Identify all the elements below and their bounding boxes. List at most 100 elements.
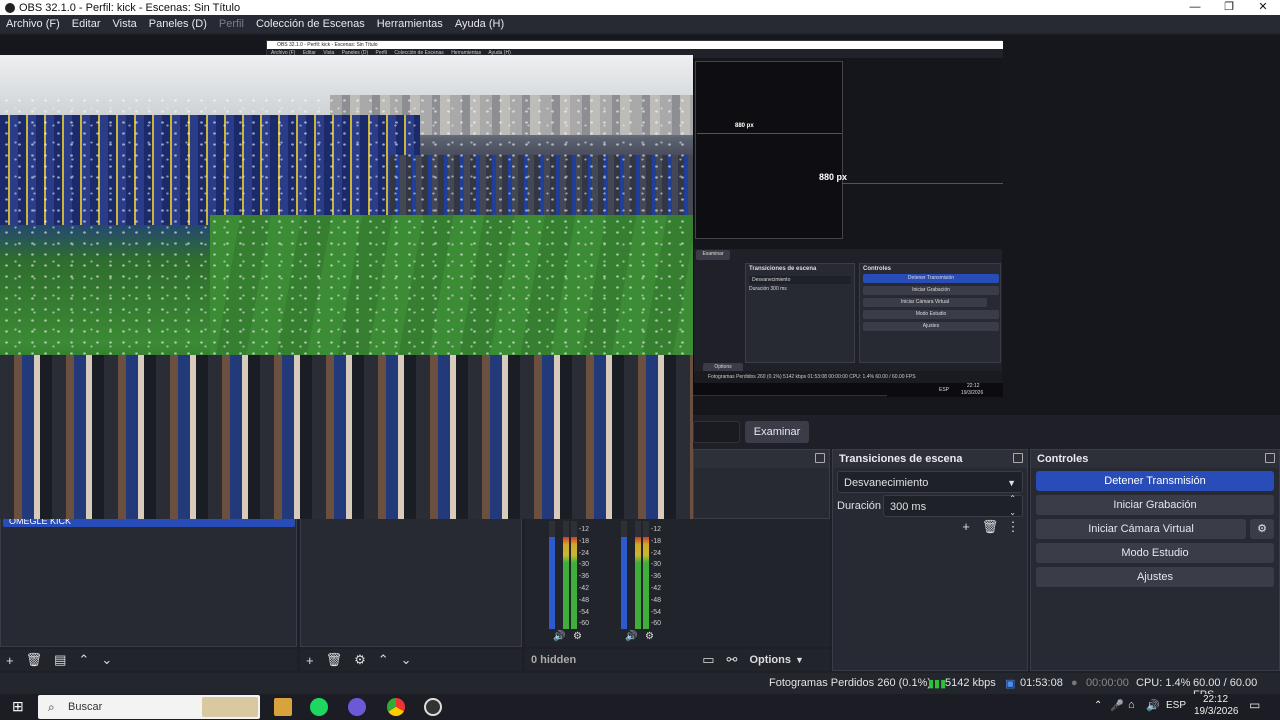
meter-scale: -12 -18 -24 -30 -36 -42 -48 -54 -60 [647, 524, 661, 630]
nested-btn-record: Iniciar Grabación [863, 286, 999, 295]
volume-icon[interactable]: 🔊 [553, 631, 565, 642]
controls-panel: Controles Detener Transmisión Iniciar Gr… [1030, 449, 1280, 671]
nested-red-guide [697, 133, 842, 134]
maximize-button[interactable]: ❐ [1212, 0, 1246, 15]
window-controls: — ❐ ✕ [1178, 0, 1280, 15]
menu-archivo[interactable]: Archivo (F) [0, 18, 66, 30]
chevron-down-icon: ▼ [1007, 478, 1016, 488]
nested-date: 19/3/2026 [961, 390, 984, 396]
meter-fill [621, 537, 627, 629]
settings-button[interactable]: Ajustes [1036, 567, 1274, 587]
audio-mixer: -12 -18 -24 -30 -36 -42 -48 -54 -60 -12 -18 -24 -30… [525, 519, 830, 647]
taskbar-time[interactable]: 22:12 [1203, 694, 1228, 705]
transitions-title: Transiciones de escena [833, 450, 1027, 468]
transitions-title-text: Transiciones de escena [839, 453, 963, 465]
scale-label: -18 [650, 537, 661, 545]
virtual-camera-button[interactable]: Iniciar Cámara Virtual [1036, 519, 1246, 539]
chrome-icon[interactable] [387, 698, 405, 716]
menu-herramientas[interactable]: Herramientas [371, 18, 449, 30]
studio-mode-button[interactable]: Modo Estudio [1036, 543, 1274, 563]
stop-stream-button[interactable]: Detener Transmisión [1036, 471, 1274, 491]
scale-label: -54 [650, 608, 661, 616]
stream-icon: ▣ [1005, 678, 1016, 690]
virtual-camera-gear-icon[interactable]: ⚙ [1250, 519, 1274, 539]
menu-coleccion[interactable]: Colección de Escenas [250, 18, 371, 30]
spotify-icon[interactable] [310, 698, 328, 716]
scene-item-selected[interactable]: OMEGLE KICK [3, 519, 295, 527]
microphone-icon[interactable]: 🎤 [1110, 699, 1124, 712]
stepper-icon[interactable]: ⌃ ⌄ [1009, 492, 1016, 520]
chevron-up-icon[interactable]: ⌃ [1094, 700, 1102, 711]
scale-label: -30 [578, 561, 589, 569]
network-icon[interactable]: ⌂ [1128, 699, 1135, 711]
transition-select[interactable]: Desvanecimiento ▼ [837, 471, 1023, 493]
move-up-icon[interactable]: ⌃ [78, 652, 89, 668]
scale-label: -42 [578, 584, 589, 592]
bitrate: 5142 kbps [945, 677, 996, 689]
stream-time: 01:53:08 [1020, 677, 1063, 689]
remove-source-icon[interactable]: 🗑 [326, 652, 343, 668]
transitions-panel: Transiciones de escena Desvanecimiento ▼… [832, 449, 1028, 671]
examinar-button[interactable]: Examinar [745, 421, 809, 443]
notification-icon[interactable]: ▭ [1249, 698, 1260, 712]
volume-icon[interactable]: 🔊 [625, 631, 637, 642]
chevron-down-icon[interactable]: ▼ [795, 655, 804, 665]
stadium-image-source[interactable] [0, 55, 693, 519]
more-options-icon[interactable]: ⋮ [1004, 518, 1022, 536]
nested-lang: ESP [939, 387, 950, 393]
discord-icon[interactable] [348, 698, 366, 716]
nested-title: OBS 32.1.0 - Perfil: kick - Escenas: Sin… [267, 41, 1003, 49]
taskbar-date[interactable]: 19/3/2026 [1194, 706, 1239, 717]
menu-ayuda[interactable]: Ayuda (H) [449, 18, 510, 30]
menu-perfil[interactable]: Perfil [213, 18, 250, 30]
nested-trans-title: Transiciones de escena [749, 266, 817, 272]
source-up-icon[interactable]: ⌃ [378, 652, 389, 668]
mixer-link-icon[interactable]: ⚯ [727, 652, 738, 668]
add-source-icon[interactable]: + [306, 653, 314, 668]
nested-time: 22:12 [967, 383, 980, 389]
remove-transition-icon[interactable]: 🗑 [981, 518, 999, 536]
file-explorer-icon[interactable] [274, 698, 292, 716]
mixer-layout-icon[interactable]: ▭ [702, 652, 714, 668]
scale-label: -24 [578, 549, 589, 557]
cpu-usage: CPU: 1.4% [1136, 677, 1191, 689]
mixer-options-button[interactable]: Options [749, 654, 791, 666]
scale-label: -18 [578, 537, 589, 545]
popout-icon[interactable] [1265, 453, 1275, 463]
move-down-icon[interactable]: ⌄ [101, 652, 112, 668]
meter-track-1a [549, 521, 555, 629]
popout-icon[interactable] [1013, 453, 1023, 463]
meter-fill [635, 537, 641, 629]
scale-label: -60 [578, 620, 589, 628]
popout-icon[interactable] [815, 453, 825, 463]
scene-filter-icon[interactable]: ▤ [54, 652, 66, 668]
remove-scene-icon[interactable]: 🗑 [26, 652, 43, 668]
minimize-button[interactable]: — [1178, 0, 1212, 15]
duration-input[interactable]: 300 ms ⌃ ⌄ [883, 492, 1023, 520]
gear-icon[interactable]: ⚙ [645, 631, 654, 642]
source-path-input[interactable] [693, 421, 740, 443]
taskbar-search[interactable]: ⌕ Buscar [38, 695, 260, 719]
menu-bar: Archivo (F) Editar Vista Paneles (D) Per… [0, 15, 1280, 33]
scale-label: -36 [578, 573, 589, 581]
nested-btn-vcam: Iniciar Cámara Virtual [863, 298, 987, 307]
nested-btn-settings: Ajustes [863, 322, 999, 331]
close-button[interactable]: ✕ [1246, 0, 1280, 15]
gear-icon[interactable]: ⚙ [573, 631, 582, 642]
speaker-icon[interactable]: 🔊 [1146, 699, 1160, 712]
transition-select-value: Desvanecimiento [844, 477, 929, 489]
hidden-count: 0 hidden [531, 654, 577, 666]
source-down-icon[interactable]: ⌄ [401, 652, 412, 668]
menu-paneles[interactable]: Paneles (D) [143, 18, 213, 30]
scale-label: -24 [650, 549, 661, 557]
source-settings-gear-icon[interactable]: ⚙ [354, 652, 366, 668]
start-recording-button[interactable]: Iniciar Grabación [1036, 495, 1274, 515]
add-transition-icon[interactable]: + [957, 518, 975, 536]
menu-editar[interactable]: Editar [66, 18, 107, 30]
obs-taskbar-icon[interactable] [424, 698, 442, 716]
menu-vista[interactable]: Vista [107, 18, 143, 30]
language-indicator[interactable]: ESP [1166, 700, 1186, 711]
sources-panel [300, 519, 522, 647]
add-scene-icon[interactable]: + [6, 653, 14, 668]
windows-start-icon[interactable]: ⊞ [12, 698, 24, 715]
